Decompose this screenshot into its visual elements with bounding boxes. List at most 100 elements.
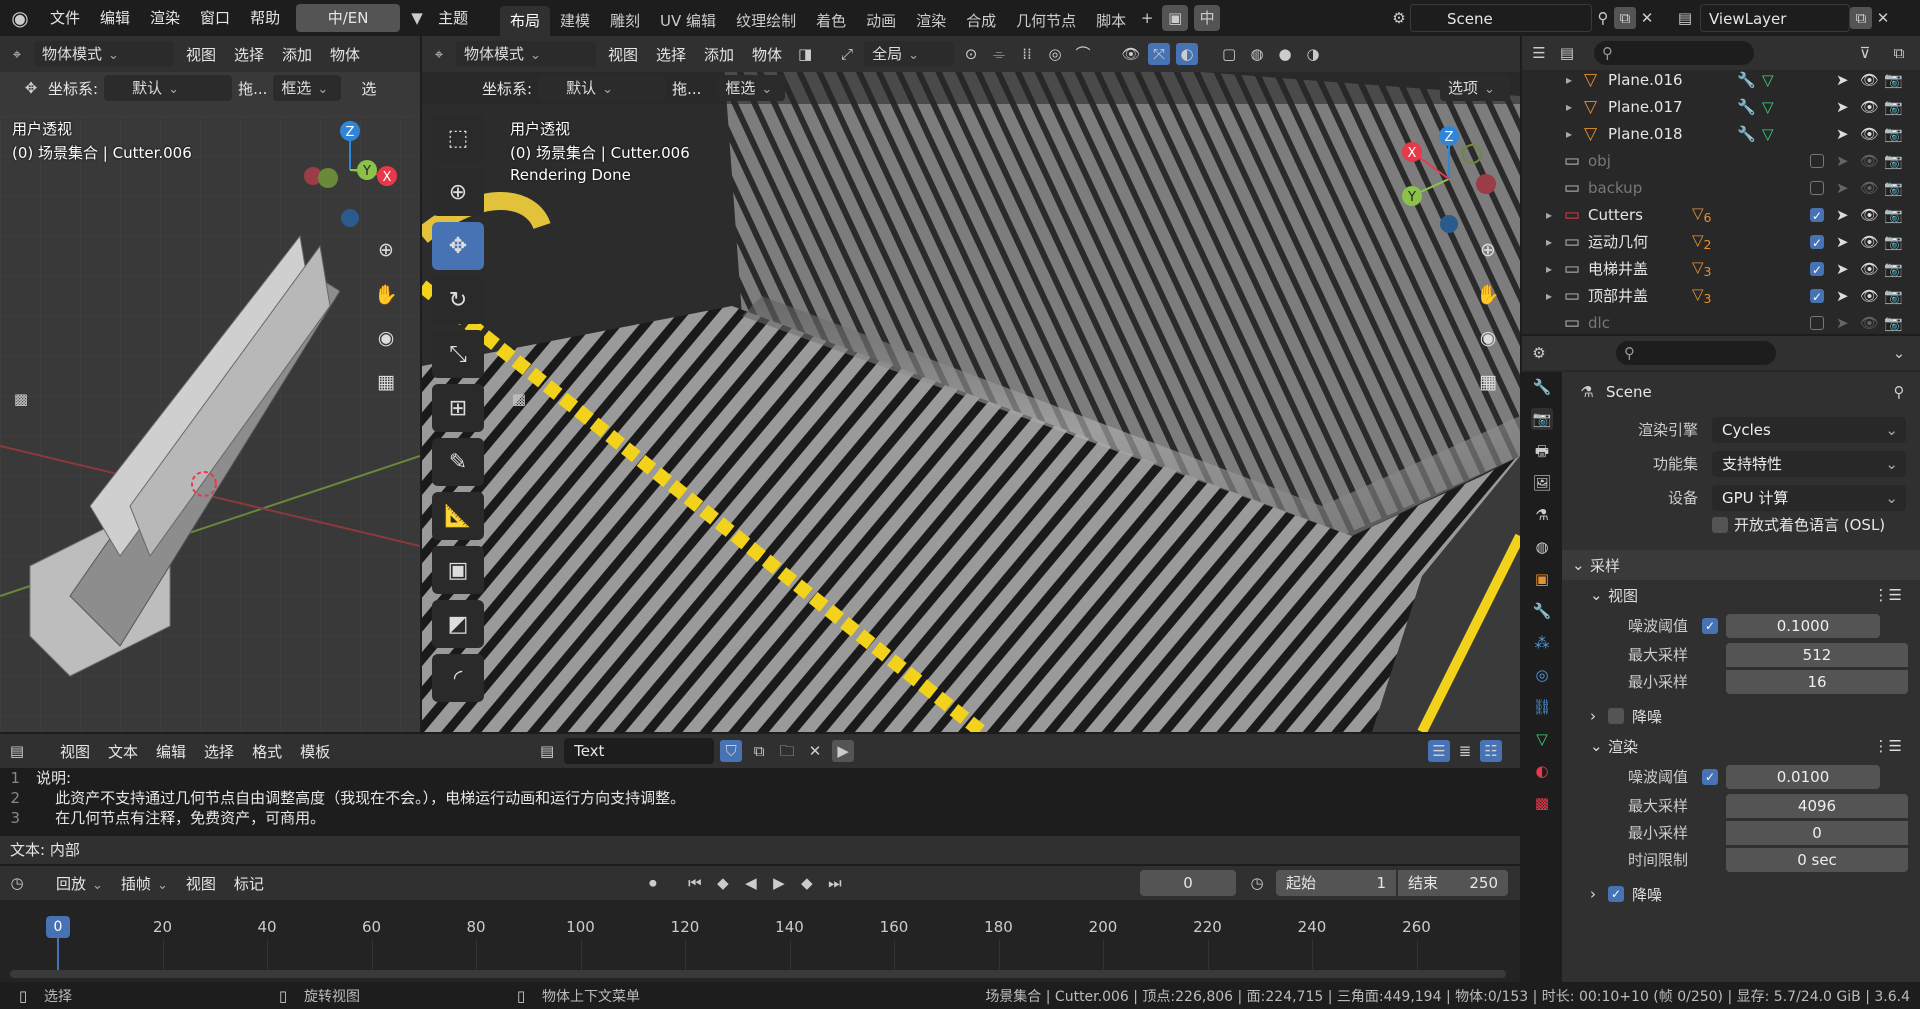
camera-render-icon[interactable]: 📷 (1884, 314, 1903, 332)
menu-window[interactable]: 窗口 (190, 0, 240, 36)
open-folder-icon[interactable]: 🗀 (776, 740, 798, 762)
eye-icon[interactable]: 👁 (1860, 152, 1879, 170)
menu-playback[interactable]: 回放 (50, 873, 109, 894)
measure-tool-icon[interactable]: 📐 (432, 492, 484, 540)
outliner-row[interactable]: ▸ ▭ 电梯井盖 ▽3 ➤ 👁 📷 (1522, 255, 1920, 282)
wireframe-shade-icon[interactable]: ◍ (1246, 43, 1268, 65)
add-workspace-icon[interactable]: + (1136, 7, 1158, 29)
main-viewport[interactable]: ⌖ 物体模式 视图 选择 添加 物体 ◨ ⤢ 全局 ⊙ ⌯ ⁞⁞ ◎ ⌒ 👁 ⤧… (422, 36, 1520, 732)
falloff-icon[interactable]: ⌒ (1072, 43, 1094, 65)
select-box-tool-icon[interactable]: ⬚ (432, 114, 484, 162)
visibility-icon[interactable]: 👁 (1120, 43, 1142, 65)
select-arrow-icon[interactable]: ➤ (1836, 125, 1849, 143)
r-min-samples-field[interactable]: 0 (1726, 820, 1908, 845)
menu-object[interactable]: 物体 (746, 44, 788, 65)
timeline-ruler[interactable]: 020406080100120140160180200220240260 0 (0, 900, 1520, 982)
expand-arrow-icon[interactable]: ▸ (1546, 208, 1552, 222)
tab-rendering[interactable]: 渲染 (906, 6, 956, 36)
menu-view[interactable]: 视图 (602, 44, 644, 65)
menu-select[interactable]: 选择 (650, 44, 692, 65)
boxcutter-tool-icon[interactable]: ◩ (432, 600, 484, 648)
editor-type-icon[interactable]: ⌖ (428, 43, 450, 65)
r-noise-threshold-checkbox[interactable] (1702, 768, 1718, 785)
mode-dropdown[interactable]: 物体模式 (456, 41, 596, 67)
vp-max-samples-field[interactable]: 512 (1726, 642, 1908, 667)
vp-min-samples-field[interactable]: 16 (1726, 669, 1908, 694)
checker-icon[interactable]: ▩ (508, 388, 530, 410)
outliner-row[interactable]: ▭ backup ➤ 👁 📷 (1522, 174, 1920, 201)
menu-object[interactable]: 物体 (324, 44, 366, 65)
playhead[interactable]: 0 (46, 916, 70, 938)
menu-view[interactable]: 视图 (54, 741, 96, 762)
section-sampling[interactable]: ⌄ 采样 (1562, 550, 1920, 580)
feature-set-dropdown[interactable]: 支持特性 (1712, 450, 1906, 477)
render-tab-icon[interactable]: 📷 (1531, 408, 1553, 430)
jump-start-icon[interactable]: ⏮ (684, 872, 706, 894)
outliner-row[interactable]: ▸ ▽ Plane.017 🔧 ▽ ➤ 👁 📷 (1522, 93, 1920, 120)
camera-render-icon[interactable]: 📷 (1884, 287, 1903, 305)
pan-hand-icon[interactable]: ✋ (1470, 276, 1506, 312)
eye-icon[interactable]: 👁 (1860, 71, 1879, 89)
editor-type-icon[interactable]: ⌖ (6, 43, 28, 65)
world-tab-icon[interactable]: ◍ (1531, 536, 1553, 558)
select-arrow-icon[interactable]: ➤ (1836, 152, 1849, 170)
overlay-icon[interactable]: ◐ (1176, 43, 1199, 65)
add-cube-tool-icon[interactable]: ▣ (432, 546, 484, 594)
menu-view[interactable]: 视图 (180, 873, 222, 894)
coord-dropdown[interactable]: 默认 (538, 75, 667, 101)
annotate-tool-icon[interactable]: ✎ (432, 438, 484, 486)
r-noise-threshold-field[interactable]: 0.0100 (1726, 764, 1880, 789)
menu-view[interactable]: 视图 (180, 44, 222, 65)
pan-hand-icon[interactable]: ✋ (368, 276, 404, 312)
scene-tab-icon[interactable]: ⚗ (1531, 504, 1553, 526)
select-mode-dropdown[interactable]: 框选 (273, 75, 342, 101)
left-viewport[interactable]: ⌖ 物体模式 视图 选择 添加 物体 ✥ 坐标系: 默认 拖... 框选 选 用… (0, 36, 420, 732)
move-tool-icon[interactable]: ✥ (432, 222, 484, 270)
bevel-tool-icon[interactable]: ◜ (432, 654, 484, 702)
start-frame-field[interactable]: 起始 1 (1276, 870, 1396, 896)
vp-denoise-checkbox[interactable] (1608, 708, 1624, 724)
camera-icon[interactable]: ◉ (368, 320, 404, 356)
display-mode-icon[interactable]: ▤ (1556, 42, 1578, 64)
physics-tab-icon[interactable]: ◎ (1531, 664, 1553, 686)
preview-range-icon[interactable]: ◷ (1246, 872, 1268, 894)
tab-shading[interactable]: 着色 (806, 6, 856, 36)
view-layer-tab-icon[interactable]: 🖼 (1531, 472, 1553, 494)
menu-edit[interactable]: 编辑 (150, 741, 192, 762)
camera-render-icon[interactable]: 📷 (1884, 206, 1903, 224)
properties-search-field[interactable]: ⚲ (1616, 341, 1776, 365)
outliner-row[interactable]: ▸ ▭ Cutters ▽6 ➤ 👁 📷 (1522, 201, 1920, 228)
coord-dropdown[interactable]: 默认 (104, 75, 233, 101)
orientation-icon[interactable]: ⤢ (836, 43, 858, 65)
section-r-denoise[interactable]: › 降噪 (1562, 879, 1920, 909)
close-viewlayer-icon[interactable]: ✕ (1872, 7, 1894, 29)
editor-type-icon[interactable]: ⚙ (1528, 342, 1550, 364)
expand-arrow-icon[interactable]: ▸ (1566, 73, 1572, 87)
scale-tool-icon[interactable]: ⤡ (432, 330, 484, 378)
outliner-row[interactable]: ▸ ▭ 顶部井盖 ▽3 ➤ 👁 📷 (1522, 282, 1920, 309)
new-viewlayer-icon[interactable]: ⧉ (1850, 7, 1872, 29)
nav-gizmo[interactable]: Z X Y (295, 118, 405, 238)
osl-checkbox[interactable] (1712, 516, 1728, 533)
close-icon[interactable]: ✕ (1636, 7, 1658, 29)
tab-uv[interactable]: UV 编辑 (650, 6, 726, 36)
viewlayer-icon[interactable]: ▤ (1674, 7, 1696, 29)
r-denoise-checkbox[interactable] (1608, 886, 1624, 902)
tab-texture-paint[interactable]: 纹理绘制 (726, 6, 806, 36)
select-arrow-icon[interactable]: ➤ (1836, 260, 1849, 278)
text-datablock-icon[interactable]: ▤ (536, 740, 558, 762)
camera-render-icon[interactable]: 📷 (1884, 152, 1903, 170)
exclude-checkbox[interactable] (1810, 261, 1824, 276)
editor-type-icon[interactable]: ☰ (1528, 42, 1550, 64)
tab-sculpt[interactable]: 雕刻 (600, 6, 650, 36)
play-reverse-icon[interactable]: ◀ (740, 872, 762, 894)
list-icon[interactable]: ⋮☰ (1874, 737, 1902, 755)
snap-icon[interactable]: ⌯ (988, 43, 1010, 65)
exclude-checkbox[interactable] (1810, 234, 1824, 249)
scene-name-field[interactable]: Scene (1410, 4, 1592, 32)
device-dropdown[interactable]: GPU 计算 (1712, 484, 1906, 511)
pivot-icon[interactable]: ⊙ (960, 43, 982, 65)
menu-select[interactable]: 选择 (198, 741, 240, 762)
play-icon[interactable]: ▶ (768, 872, 790, 894)
text-lines[interactable]: 1 说明: 2 此资产不支持通过几何节点自由调整高度（我现在不会。），电梯运行动画… (0, 768, 1500, 828)
